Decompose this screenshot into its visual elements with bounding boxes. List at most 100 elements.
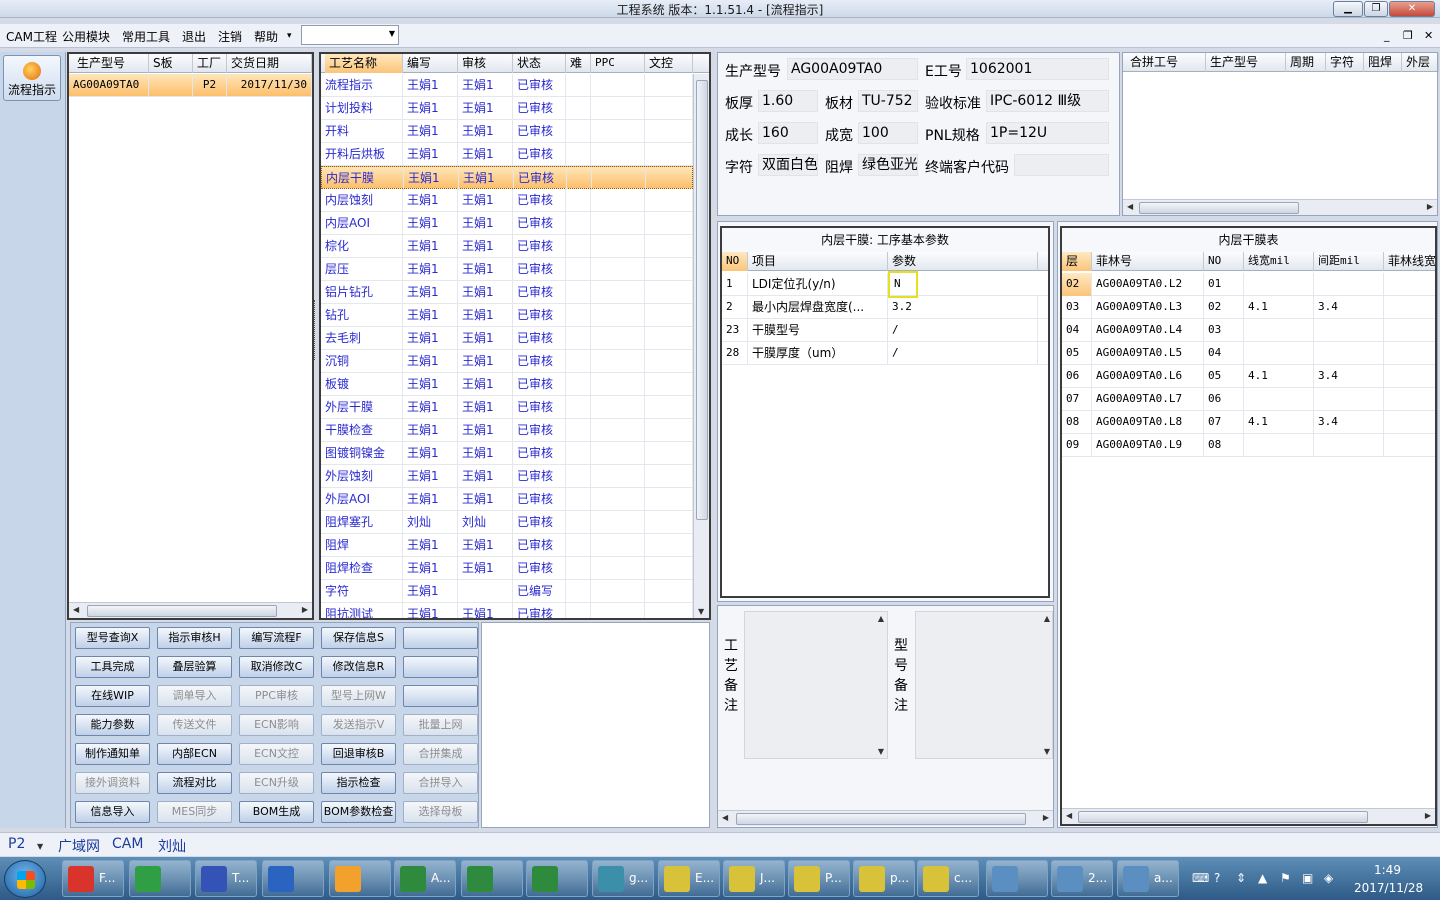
menu-help[interactable]: 帮助 [254, 28, 278, 45]
col-layer-no[interactable]: NO [1204, 252, 1244, 271]
param-value[interactable]: / [888, 342, 1038, 365]
col-ppc[interactable]: PPC [591, 54, 645, 73]
menu-cam[interactable]: CAM工程 [6, 28, 57, 45]
process-row[interactable]: 阻焊检查 王娟1 王娟1 已审核 [321, 557, 693, 580]
order-grid-hscroll-thumb[interactable] [87, 605, 277, 617]
scroll-up-icon[interactable]: ▲ [878, 614, 884, 623]
param-value[interactable]: 3.2 [888, 296, 1038, 319]
scroll-left-icon[interactable]: ◀ [1066, 811, 1072, 820]
order-grid-hscroll[interactable]: ◀ ▶ [69, 602, 312, 618]
col-param-value[interactable]: 参数 [888, 252, 1038, 271]
scroll-right-icon[interactable]: ▶ [302, 605, 308, 614]
process-row[interactable]: 层压 王娟1 王娟1 已审核 [321, 258, 693, 281]
taskbar-item[interactable] [461, 860, 523, 897]
menu-tools[interactable]: 常用工具 [122, 28, 170, 45]
help-icon[interactable]: ? [1214, 871, 1220, 885]
scroll-down-icon[interactable]: ▼ [698, 607, 704, 616]
model-remarks-field[interactable]: ▲ ▼ [915, 611, 1053, 759]
action-button-r6-c4[interactable]: 指示检查 [321, 772, 396, 794]
layer-row[interactable]: 08 AG00A09TA0.L8 07 4.1 3.4 [1062, 411, 1435, 434]
col-combine-outer[interactable]: 外层 [1402, 53, 1439, 72]
close-button[interactable]: ✕ [1389, 1, 1435, 17]
remarks-hscroll-thumb[interactable] [736, 813, 1026, 825]
flow-indicator-button[interactable]: 流程指示 [3, 55, 61, 101]
param-row[interactable]: 28 干膜厚度（um） / [722, 342, 1048, 365]
field-standard[interactable]: IPC-6012 Ⅲ级 [986, 90, 1109, 112]
scroll-right-icon[interactable]: ▶ [1043, 813, 1049, 822]
menu-logout[interactable]: 注销 [218, 28, 242, 45]
col-film-width[interactable]: 菲林线宽 [1384, 252, 1435, 271]
process-row[interactable]: 干膜检查 王娟1 王娟1 已审核 [321, 419, 693, 442]
taskbar-item[interactable]: F... [62, 860, 124, 897]
action-button-r5-c2[interactable]: 内部ECN [157, 743, 232, 765]
layers-hscroll-thumb[interactable] [1078, 811, 1368, 823]
col-param-item[interactable]: 项目 [748, 252, 888, 271]
start-button[interactable] [4, 860, 46, 898]
mdi-close-button[interactable]: ✕ [1424, 29, 1433, 42]
process-grid-vscroll[interactable]: ▼ [693, 74, 709, 618]
field-customer[interactable] [1014, 154, 1109, 176]
action-button-r7-c3[interactable]: BOM生成 [239, 801, 314, 823]
scroll-up-icon[interactable]: ▲ [1044, 614, 1050, 623]
scroll-right-icon[interactable]: ▶ [1425, 811, 1431, 820]
action-button-r2-c2[interactable]: 叠层验算 [157, 656, 232, 678]
field-length[interactable]: 160 [758, 122, 818, 144]
taskbar-item[interactable] [329, 860, 391, 897]
col-s-board[interactable]: S板 [149, 54, 193, 73]
col-combine-char[interactable]: 字符 [1326, 53, 1364, 72]
action-button-r1-c4[interactable]: 保存信息S [321, 627, 396, 649]
col-model[interactable]: 生产型号 [73, 54, 149, 73]
arrows-icon[interactable]: ⇕ [1236, 871, 1246, 885]
layer-row[interactable]: 09 AG00A09TA0.L9 08 [1062, 434, 1435, 457]
field-mask[interactable]: 绿色亚光 [858, 154, 918, 176]
menu-common-modules[interactable]: 公用模块 [62, 28, 110, 45]
process-row[interactable]: 内层干膜 王娟1 王娟1 已审核 [321, 166, 694, 190]
action-button-r3-c1[interactable]: 在线WIP [75, 685, 150, 707]
clock-time[interactable]: 1:49 [1374, 863, 1401, 877]
scroll-left-icon[interactable]: ◀ [722, 813, 728, 822]
field-width[interactable]: 100 [858, 122, 918, 144]
layer-row[interactable]: 04 AG00A09TA0.L4 03 [1062, 319, 1435, 342]
col-difficulty[interactable]: 难 [566, 54, 591, 73]
scroll-down-icon[interactable]: ▼ [878, 747, 884, 756]
minimize-button[interactable]: ▁ [1333, 1, 1363, 17]
taskbar-item[interactable]: A... [394, 860, 456, 897]
taskbar-item[interactable] [262, 860, 324, 897]
col-combine-model[interactable]: 生产型号 [1206, 53, 1286, 72]
action-button-r3-c5[interactable] [403, 685, 478, 707]
process-row[interactable]: 去毛刺 王娟1 王娟1 已审核 [321, 327, 693, 350]
taskbar-item[interactable]: T... [195, 860, 257, 897]
col-reviewer[interactable]: 审核 [458, 54, 513, 73]
col-param-no[interactable]: NO [722, 252, 748, 271]
col-factory[interactable]: 工厂 [193, 54, 227, 73]
remarks-hscroll[interactable]: ◀ ▶ [718, 810, 1053, 826]
col-combine-cycle[interactable]: 周期 [1286, 53, 1326, 72]
process-row[interactable]: 计划投料 王娟1 王娟1 已审核 [321, 97, 693, 120]
scroll-right-icon[interactable]: ▶ [1427, 202, 1433, 211]
mdi-restore-button[interactable]: ❐ [1403, 29, 1413, 42]
menu-overflow-icon[interactable]: ▾ [287, 31, 292, 41]
param-value[interactable]: N [888, 271, 918, 298]
col-process-name[interactable]: 工艺名称 [325, 54, 403, 73]
action-button-r1-c5[interactable] [403, 627, 478, 649]
volume-icon[interactable]: ◈ [1324, 871, 1333, 885]
network-icon[interactable]: ▣ [1302, 871, 1313, 885]
layer-row[interactable]: 05 AG00A09TA0.L5 04 [1062, 342, 1435, 365]
process-row[interactable]: 钻孔 王娟1 王娟1 已审核 [321, 304, 693, 327]
action-button-r1-c3[interactable]: 编写流程F [239, 627, 314, 649]
col-combine-eno[interactable]: 合拼工号 [1126, 53, 1206, 72]
process-row[interactable]: 外层AOI 王娟1 王娟1 已审核 [321, 488, 693, 511]
scroll-down-icon[interactable]: ▼ [1044, 747, 1050, 756]
scroll-left-icon[interactable]: ◀ [1127, 202, 1133, 211]
action-button-r5-c1[interactable]: 制作通知单 [75, 743, 150, 765]
action-button-r4-c1[interactable]: 能力参数 [75, 714, 150, 736]
process-row[interactable]: 开料后烘板 王娟1 王娟1 已审核 [321, 143, 693, 166]
process-row[interactable]: 棕化 王娟1 王娟1 已审核 [321, 235, 693, 258]
action-button-r2-c4[interactable]: 修改信息R [321, 656, 396, 678]
action-button-r7-c4[interactable]: BOM参数检查 [321, 801, 396, 823]
field-model[interactable]: AG00A09TA0 [787, 58, 918, 80]
col-layer[interactable]: 层 [1062, 252, 1092, 271]
action-button-r1-c1[interactable]: 型号查询X [75, 627, 150, 649]
mdi-minimize-button[interactable]: _ [1384, 29, 1390, 42]
process-row[interactable]: 外层蚀刻 王娟1 王娟1 已审核 [321, 465, 693, 488]
